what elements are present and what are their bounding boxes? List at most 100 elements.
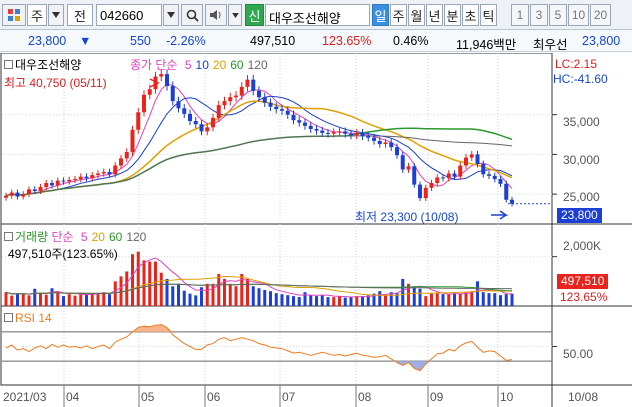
chart-area[interactable]: 대우조선해양 종가 단순 5 10 20 60 120 최고 40,750 (05/11…	[0, 53, 632, 407]
interval-button-3[interactable]: 3	[530, 4, 548, 26]
period-tab-0[interactable]: 일	[372, 4, 389, 26]
volume-bar-10	[62, 296, 65, 306]
speaker-icon[interactable]	[205, 4, 227, 26]
interval-button-10[interactable]: 10	[568, 4, 589, 26]
candle-body-2	[15, 192, 20, 197]
candle-body-34	[199, 124, 204, 132]
volume-bar-71	[412, 286, 416, 306]
candle-body-43	[251, 79, 256, 91]
candle-body-29	[170, 86, 175, 102]
volume-bar-76	[441, 294, 445, 306]
x-axis-label-2: 05	[141, 390, 155, 404]
search-icon[interactable]	[181, 4, 203, 26]
volume-ma-label: 단순	[51, 230, 74, 244]
interval-button-5[interactable]: 5	[549, 4, 567, 26]
candle-body-85	[492, 175, 497, 180]
volume-bar-75	[435, 293, 439, 306]
volume-bar-6	[39, 293, 42, 306]
price-ma-120: 120	[247, 58, 268, 72]
volume-y-tick: 2,000K	[563, 239, 602, 253]
volume-bar-60	[349, 297, 353, 306]
candle-body-88	[510, 199, 514, 204]
candle-body-40	[234, 95, 238, 98]
hc-label: HC:-41.60	[553, 72, 608, 86]
candle-body-83	[481, 163, 486, 175]
code-dropdown-icon[interactable]	[163, 4, 179, 26]
volume-bar-24	[142, 260, 146, 306]
period-tab-3[interactable]: 년	[426, 4, 443, 26]
chevron-down-icon[interactable]	[48, 4, 64, 26]
rsi-checkbox-icon[interactable]	[4, 313, 13, 322]
candle-body-6	[38, 186, 43, 191]
volume-bar-28	[165, 278, 169, 306]
candle-body-41	[239, 86, 244, 96]
candle-body-31	[182, 108, 187, 114]
period-tab-5[interactable]: 초	[462, 4, 479, 26]
best-label: 최우선	[533, 38, 568, 52]
period-tab-1[interactable]: 주	[390, 4, 407, 26]
price-ma-5: 5	[184, 58, 192, 72]
x-axis-label-7: 10	[500, 390, 514, 404]
candle-body-13	[78, 176, 83, 180]
type-select-label: 전	[74, 8, 86, 24]
lc-label: LC:2.15	[555, 57, 598, 71]
price-ma-20: 20	[212, 58, 227, 72]
candle-body-77	[446, 173, 451, 179]
volume-bar-7	[44, 294, 48, 306]
volume-bar-58	[338, 296, 341, 306]
interval-button-20[interactable]: 20	[590, 4, 611, 26]
candle-body-84	[487, 174, 491, 176]
candle-body-1	[9, 192, 14, 196]
grid-icon[interactable]	[2, 4, 26, 26]
candle-body-27	[159, 74, 164, 77]
volume-bar-67	[389, 292, 393, 306]
candle-body-30	[176, 101, 181, 109]
volume-checkbox-icon[interactable]	[4, 232, 13, 241]
new-stock-flag: 신	[245, 4, 264, 26]
volume-bar-2	[16, 293, 19, 306]
candle-body-70	[406, 166, 411, 170]
volume-panel-title: 거래량	[15, 230, 49, 244]
volume-bar-62	[361, 296, 364, 306]
panel-checkbox-icon[interactable]	[4, 60, 13, 69]
new-stock-flag-label: 신	[248, 8, 261, 24]
volume-bar-57	[332, 297, 336, 306]
volume-bar-37	[217, 273, 221, 306]
candle-body-58	[337, 131, 342, 133]
volume-bar-32	[188, 293, 192, 306]
volume-bar-86	[499, 295, 502, 306]
volume-bar-35	[205, 283, 209, 306]
volume-bar-33	[194, 295, 198, 306]
candle-body-35	[205, 127, 210, 132]
volume-bar-3	[21, 294, 25, 306]
volume-bar-66	[384, 295, 387, 306]
period-tab-6[interactable]: 틱	[480, 4, 497, 26]
candle-body-49	[285, 110, 290, 115]
candle-body-21	[124, 152, 129, 159]
x-axis-end-label: 10/08	[568, 390, 599, 404]
candle-body-62	[360, 132, 365, 137]
candle-body-7	[44, 183, 49, 187]
candle-body-39	[228, 97, 233, 102]
turnover-rate: 0.46%	[393, 34, 429, 48]
candle-body-87	[504, 183, 509, 200]
candle-body-72	[418, 184, 422, 199]
volume-bar-36	[211, 283, 215, 306]
volume-bar-38	[223, 278, 226, 306]
candle-body-51	[297, 120, 302, 123]
candle-body-80	[464, 157, 468, 166]
speaker-dropdown-icon[interactable]	[228, 4, 242, 26]
stock-code-input[interactable]: 042660	[96, 4, 162, 26]
y-tick-25000: 25,000	[563, 190, 600, 204]
market-select[interactable]: 주	[27, 4, 47, 26]
period-tab-4[interactable]: 분	[444, 4, 461, 26]
period-tab-2[interactable]: 월	[408, 4, 425, 26]
volume-bar-8	[50, 288, 54, 306]
volume-bar-15	[90, 293, 94, 306]
type-select[interactable]: 전	[67, 4, 93, 26]
volume-bar-84	[487, 293, 491, 306]
volume-bar-22	[131, 254, 134, 306]
interval-button-1[interactable]: 1	[511, 4, 529, 26]
volume-bar-44	[257, 288, 261, 306]
candle-body-8	[50, 183, 54, 186]
